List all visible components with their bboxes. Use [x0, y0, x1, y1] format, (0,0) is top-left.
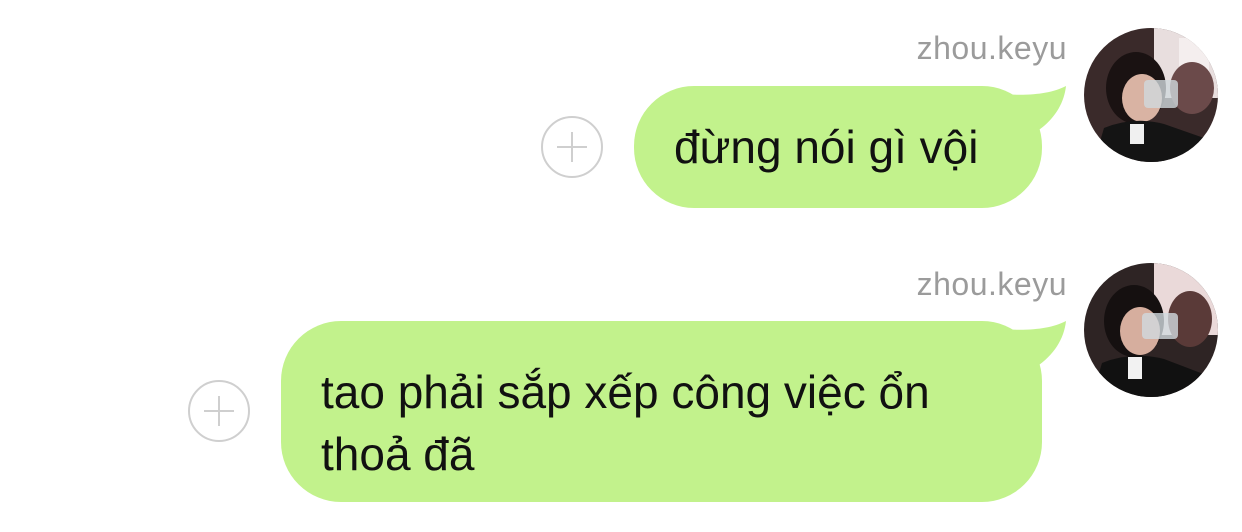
avatar-photo: [1084, 28, 1218, 162]
sender-name: zhou.keyu: [916, 266, 1067, 302]
message-text: đừng nói gì vội: [674, 121, 979, 173]
avatar[interactable]: [1084, 263, 1218, 397]
message-bubble[interactable]: đừng nói gì vội: [634, 86, 1042, 208]
add-reaction-button[interactable]: [188, 380, 250, 442]
add-reaction-button[interactable]: [541, 116, 603, 178]
sender-name: zhou.keyu: [916, 30, 1067, 66]
avatar[interactable]: [1084, 28, 1218, 162]
avatar-photo: [1084, 263, 1218, 397]
message-bubble[interactable]: tao phải sắp xếp công việc ổn thoả đã: [281, 321, 1042, 502]
message-text: tao phải sắp xếp công việc ổn thoả đã: [321, 366, 930, 480]
